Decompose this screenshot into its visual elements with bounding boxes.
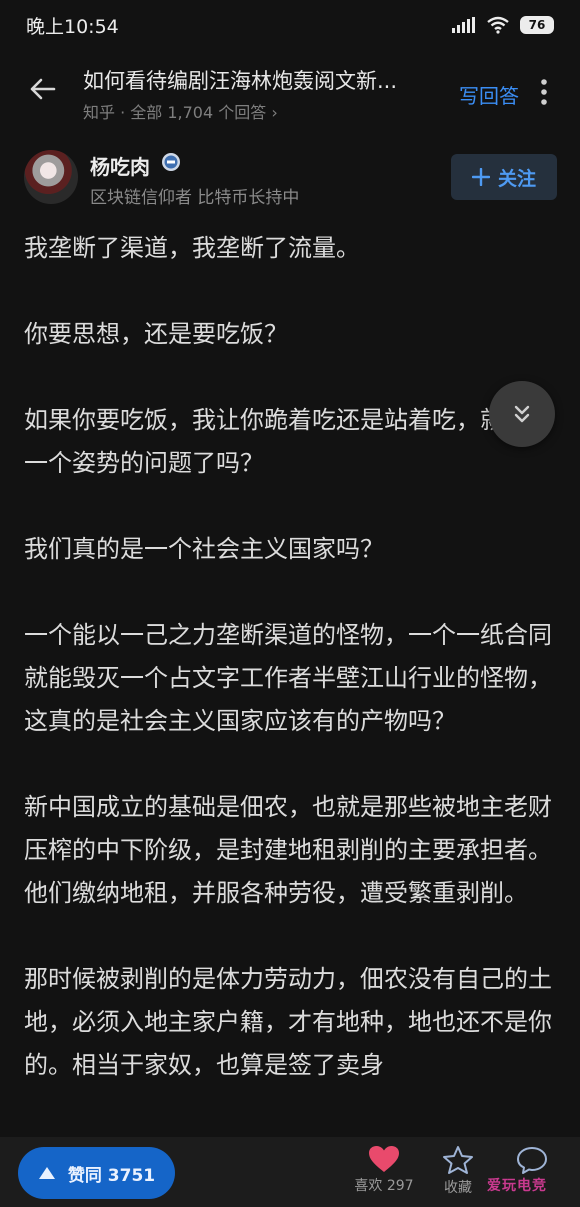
paragraph: 一个能以一己之力垄断渠道的怪物，一个一纸合同就能毁灭一个占文字工作者半壁江山行业… xyxy=(24,621,552,735)
follow-label: 关注 xyxy=(497,167,536,190)
status-bar: 晚上10:54 76 xyxy=(0,0,580,50)
heart-icon xyxy=(369,1146,399,1172)
follow-button[interactable]: 关注 xyxy=(451,154,557,200)
author-row: 杨吃肉 区块链信仰者 比特币长持中 关注 xyxy=(0,146,580,216)
double-chevron-down-icon xyxy=(514,405,530,423)
vote-label: 赞同 3751 xyxy=(67,1165,156,1186)
wifi-icon xyxy=(487,16,509,34)
triangle-up-icon xyxy=(38,1167,55,1179)
paragraph: 我们真的是一个社会主义国家吗？ xyxy=(24,535,384,563)
bottom-action-bar: 赞同 3751 喜欢 297 收藏 xyxy=(0,1137,580,1207)
more-button[interactable] xyxy=(534,77,554,107)
paragraph: 那时候被剥削的是体力劳动力，佃农没有自己的土地，必须入地主家户籍，才有地种，地也… xyxy=(24,965,552,1079)
question-header: 如何看待编剧汪海林炮轰阅文新... 知乎 · 全部 1,704 个回答 › 写回… xyxy=(0,55,580,135)
question-title[interactable]: 如何看待编剧汪海林炮轰阅文新... xyxy=(83,65,455,95)
status-indicators: 76 xyxy=(452,16,554,34)
battery-indicator: 76 xyxy=(520,16,554,34)
more-icon xyxy=(541,79,547,105)
paragraph: 如果你要吃饭，我让你跪着吃还是站着吃，就只是一个姿势的问题了吗？ xyxy=(24,406,552,477)
collect-label: 收藏 xyxy=(444,1180,472,1196)
comment-icon xyxy=(517,1147,547,1174)
scroll-down-button[interactable] xyxy=(489,381,555,447)
question-subtitle[interactable]: 知乎 · 全部 1,704 个回答 › xyxy=(83,99,278,123)
back-button[interactable] xyxy=(22,69,62,109)
paragraph: 我垄断了渠道，我垄断了流量。 xyxy=(24,234,360,262)
avatar[interactable] xyxy=(24,150,78,204)
answer-content: 我垄断了渠道，我垄断了流量。 你要思想，还是要吃饭？ 如果你要吃饭，我让你跪着吃… xyxy=(24,227,554,1130)
collect-button[interactable]: 收藏 xyxy=(428,1145,488,1205)
author-bio: 区块链信仰者 比特币长持中 xyxy=(90,188,300,208)
watermark-logo: 爱玩电竞 xyxy=(487,1178,547,1194)
star-icon xyxy=(443,1146,473,1174)
status-time: 晚上10:54 xyxy=(26,15,119,38)
write-answer-button[interactable]: 写回答 xyxy=(459,80,519,109)
like-label: 喜欢 297 xyxy=(354,1178,414,1194)
back-arrow-icon xyxy=(30,78,56,100)
paragraph: 你要思想，还是要吃饭？ xyxy=(24,320,288,348)
plus-icon xyxy=(471,168,490,186)
author-name[interactable]: 杨吃肉 xyxy=(90,151,150,180)
badge-icon xyxy=(162,153,180,171)
paragraph: 新中国成立的基础是佃农，也就是那些被地主老财压榨的中下阶级，是封建地租剥削的主要… xyxy=(24,793,552,907)
signal-icon xyxy=(452,17,475,33)
like-button[interactable]: 喜欢 297 xyxy=(354,1145,414,1205)
vote-up-button[interactable]: 赞同 3751 xyxy=(18,1147,175,1199)
